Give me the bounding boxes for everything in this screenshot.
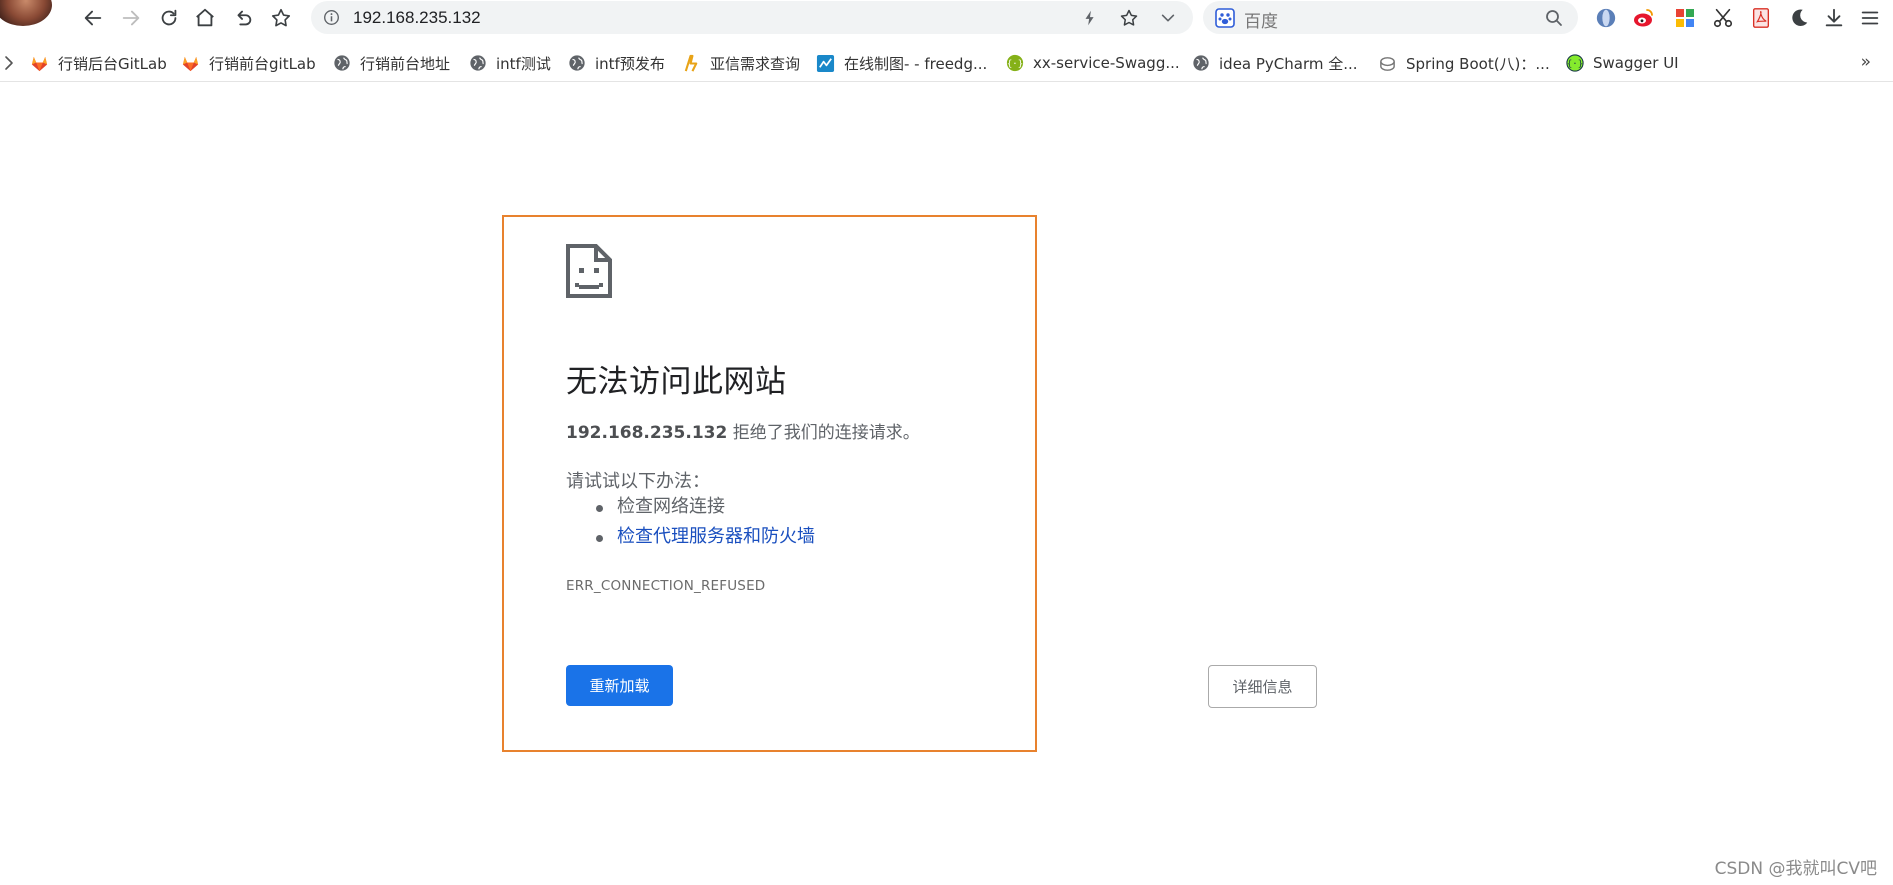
profile-avatar[interactable] [0, 0, 52, 26]
arrow-left-icon [84, 10, 102, 26]
details-button[interactable]: 详细信息 [1208, 665, 1317, 708]
bookmark-item[interactable]: 行销前台gitLab [181, 49, 316, 77]
bookmark-label: 在线制图- - freedg... [844, 54, 988, 73]
star-outline-icon [1120, 9, 1138, 26]
bookmark-label: 行销后台GitLab [58, 54, 167, 73]
lightning-icon [1085, 10, 1094, 26]
bookmark-item[interactable]: Spring Boot(八)：... [1378, 49, 1550, 77]
sad-document-icon [566, 244, 612, 298]
chart-icon [816, 54, 835, 73]
error-host: 192.168.235.132 [566, 423, 728, 443]
search-box[interactable]: 百度 [1203, 1, 1578, 34]
bookmarks-bar: 行销后台GitLab 行销前台gitLab 行销前台地址 intf测试 intf… [0, 44, 1893, 82]
svg-text:{·}: {·} [1566, 60, 1582, 70]
suggestion-check-proxy-link[interactable]: 检查代理服务器和防火墙 [596, 522, 815, 552]
baidu-paw-icon [1215, 8, 1235, 28]
extension-screenshot-button[interactable] [1710, 5, 1736, 31]
globe-icon [567, 54, 586, 73]
bookmarks-overflow-button[interactable]: » [1861, 52, 1871, 72]
bookmark-item[interactable]: intf预发布 [567, 49, 665, 77]
extension-apps-button[interactable] [1672, 5, 1698, 31]
bookmark-item[interactable]: idea PyCharm 全... [1191, 49, 1358, 77]
bookmark-label: Spring Boot(八)：... [1406, 54, 1550, 73]
bookmark-label: Swagger UI [1593, 54, 1679, 72]
error-title: 无法访问此网站 [566, 364, 787, 400]
swagger-icon: {·} [1005, 54, 1024, 73]
bookmark-item[interactable]: 行销后台GitLab [30, 49, 167, 77]
undo-icon [237, 10, 252, 26]
browser-window: 192.168.235.132 百度 行销后台GitLab 行销前台gitLab… [0, 0, 1893, 885]
bookmark-label: intf测试 [496, 54, 551, 73]
pdf-icon [1752, 8, 1770, 28]
spring-icon [1378, 54, 1397, 73]
gitlab-icon [181, 54, 200, 73]
scissors-icon [1713, 8, 1733, 28]
globe-icon [1191, 54, 1210, 73]
extension-pdf-button[interactable] [1748, 5, 1774, 31]
menu-button[interactable] [1857, 5, 1883, 31]
asiainfo-icon [682, 54, 701, 73]
globe-icon [468, 54, 487, 73]
globe-icon [332, 54, 351, 73]
gitlab-icon [30, 54, 49, 73]
address-bar[interactable]: 192.168.235.132 [311, 1, 1193, 34]
bookmark-label: idea PyCharm 全... [1219, 54, 1358, 73]
bookmark-item[interactable]: 在线制图- - freedg... [816, 49, 987, 77]
favorite-button[interactable] [1118, 7, 1140, 29]
toolbar: 192.168.235.132 百度 [0, 0, 1893, 36]
bookmark-label: intf预发布 [595, 54, 665, 73]
bookmark-item[interactable]: 亚信需求查询 [682, 49, 800, 77]
error-description: 192.168.235.132 拒绝了我们的连接请求。 [566, 418, 920, 443]
lightning-button[interactable] [1079, 7, 1101, 29]
extension-translate-button[interactable] [1593, 5, 1619, 31]
hamburger-menu-icon [1861, 11, 1879, 25]
home-button[interactable] [190, 3, 220, 33]
bookmark-item[interactable]: {·} Swagger UI [1565, 49, 1679, 77]
search-placeholder[interactable]: 百度 [1244, 7, 1278, 32]
translate-orb-icon [1596, 8, 1616, 28]
back-button[interactable] [78, 3, 108, 33]
chevron-left-icon[interactable] [2, 53, 16, 73]
swagger-icon: {·} [1565, 54, 1584, 73]
try-heading: 请试试以下办法： [566, 471, 710, 492]
arrow-right-icon [122, 10, 140, 26]
extension-weibo-button[interactable] [1631, 5, 1657, 31]
downloads-button[interactable] [1821, 5, 1847, 31]
bookmark-label: 亚信需求查询 [710, 54, 801, 73]
bookmark-star-button[interactable] [266, 3, 296, 33]
bookmark-label: 行销前台gitLab [209, 54, 316, 73]
info-icon[interactable] [323, 9, 340, 26]
bookmark-item[interactable]: {·} xx-service-Swagg... [1005, 49, 1180, 77]
bookmark-label: 行销前台地址 [360, 54, 451, 73]
chevron-down-icon [1161, 14, 1175, 22]
star-icon [271, 8, 291, 27]
reload-button[interactable]: 重新加载 [566, 665, 673, 706]
forward-button[interactable] [116, 3, 146, 33]
suggestion-list: 检查网络连接 检查代理服务器和防火墙 [596, 492, 815, 552]
apps-grid-icon [1676, 9, 1694, 27]
moon-icon [1792, 9, 1808, 26]
bookmark-item[interactable]: intf测试 [468, 49, 551, 77]
watermark: CSDN @我就叫CV吧 [1714, 859, 1877, 879]
bookmark-label: xx-service-Swagg... [1033, 54, 1180, 72]
search-icon[interactable] [1544, 8, 1564, 28]
home-icon [196, 8, 214, 27]
reload-toolbar-button[interactable] [154, 3, 184, 33]
download-icon [1825, 8, 1843, 27]
error-message: 拒绝了我们的连接请求。 [727, 423, 920, 443]
url-text[interactable]: 192.168.235.132 [353, 8, 481, 28]
refresh-icon [161, 9, 177, 26]
suggestion-check-network: 检查网络连接 [596, 492, 815, 522]
svg-text:{·}: {·} [1006, 60, 1022, 70]
undo-button[interactable] [228, 3, 258, 33]
weibo-icon [1634, 9, 1653, 27]
bookmark-item[interactable]: 行销前台地址 [332, 49, 450, 77]
dark-mode-button[interactable] [1786, 5, 1812, 31]
error-code: ERR_CONNECTION_REFUSED [566, 578, 766, 594]
omnibox-dropdown-button[interactable] [1157, 7, 1179, 29]
